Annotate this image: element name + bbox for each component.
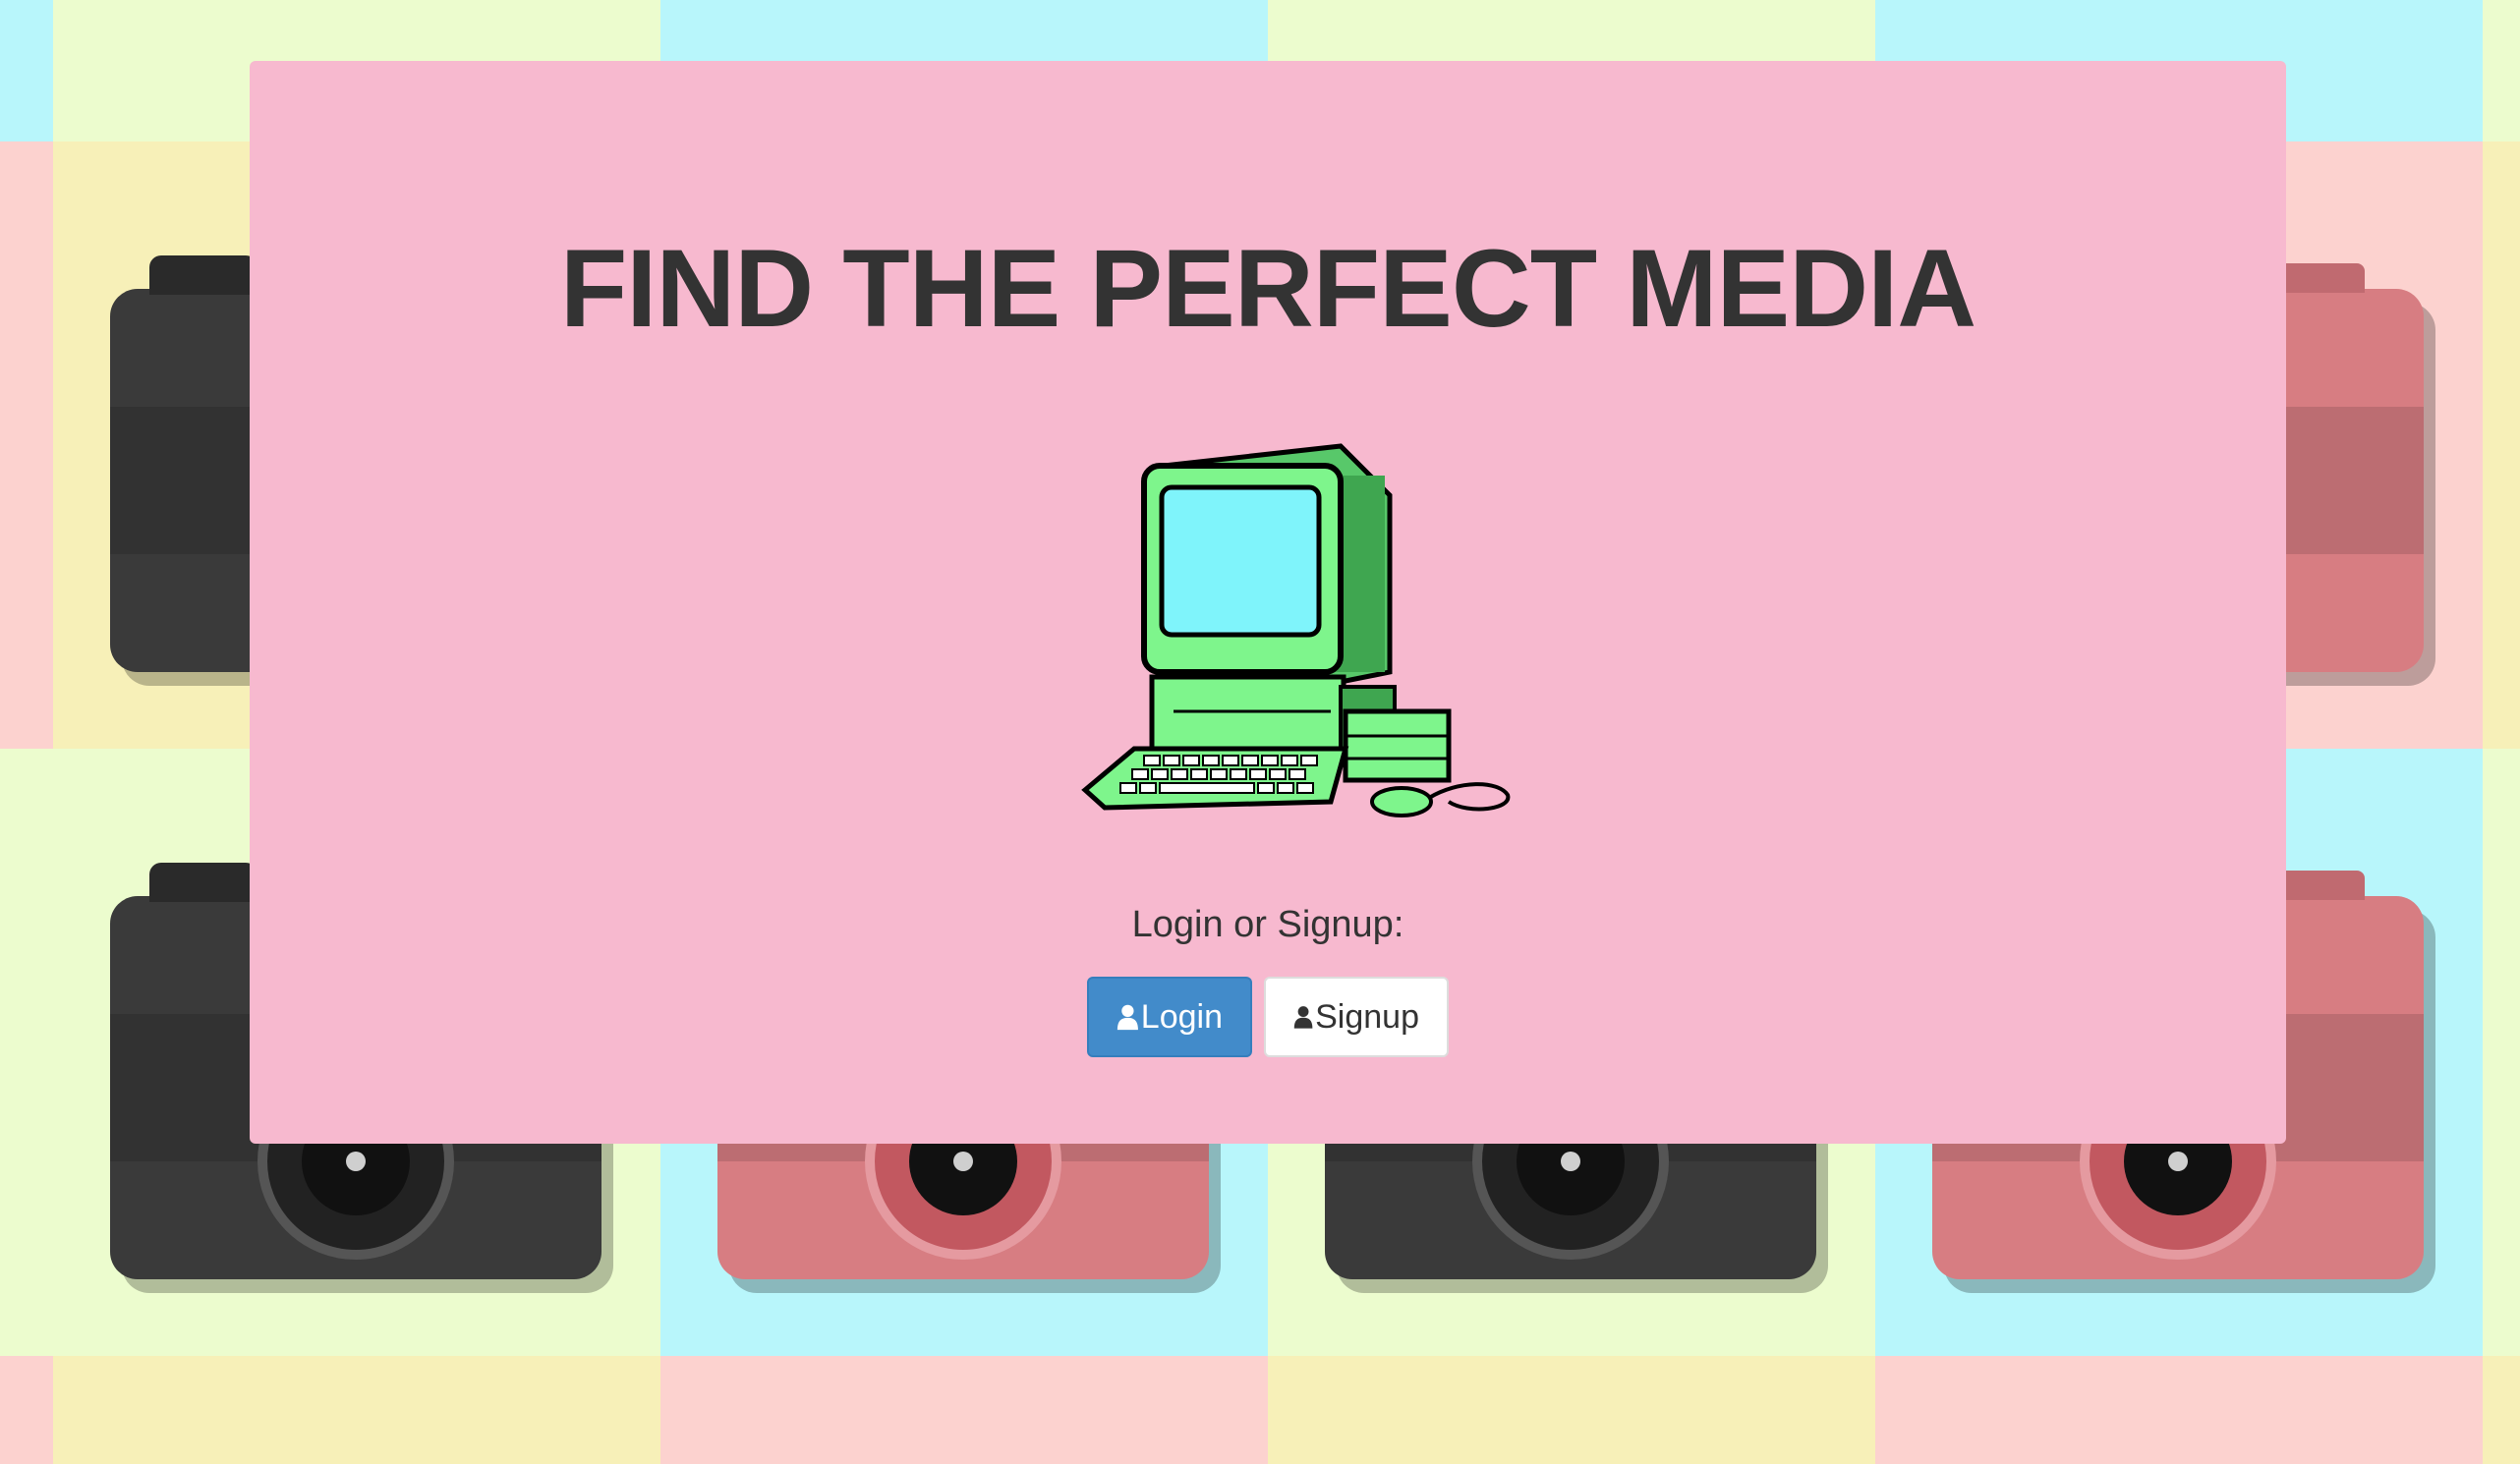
- login-button-label: Login: [1140, 997, 1223, 1036]
- signup-button-label: Signup: [1315, 997, 1419, 1036]
- user-icon: [1293, 1006, 1313, 1029]
- user-icon: [1117, 1004, 1138, 1031]
- page-title: FIND THE PERFECT MEDIA: [559, 227, 1976, 350]
- login-button[interactable]: Login: [1087, 977, 1252, 1057]
- retro-computer-illustration: [1081, 443, 1511, 817]
- auth-button-group: Login Signup: [250, 977, 2286, 1057]
- auth-prompt: Login or Signup:: [1131, 904, 1404, 945]
- signup-button[interactable]: Signup: [1264, 977, 1449, 1057]
- hero-panel: FIND THE PERFECT MEDIA Login or Signup: …: [250, 61, 2286, 1144]
